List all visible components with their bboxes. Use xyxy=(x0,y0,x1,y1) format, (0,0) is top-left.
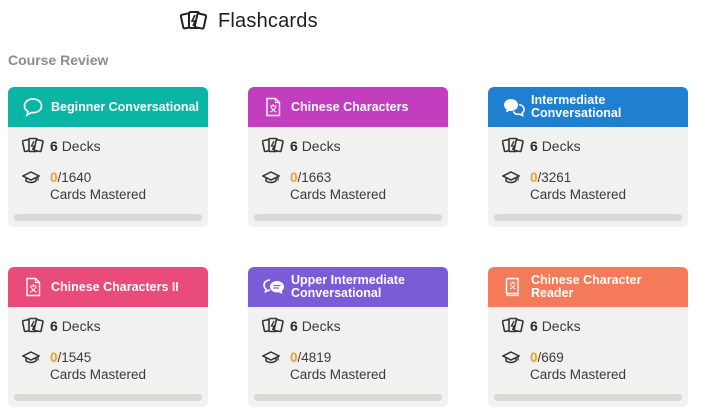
mastered-label: Cards Mastered xyxy=(50,187,147,202)
mastered-count: 0/1640 xyxy=(50,170,92,185)
decks-count: 6 Decks xyxy=(530,138,581,154)
card-header[interactable]: Intermediate Conversational xyxy=(488,87,688,127)
page-header: Flashcards xyxy=(179,8,318,34)
mastered-label: Cards Mastered xyxy=(50,367,147,382)
decks-count: 6 Decks xyxy=(50,318,101,334)
mastered-count: 0/1545 xyxy=(50,350,92,365)
course-name: Beginner Conversational xyxy=(51,99,199,114)
decks-row: 6 Decks xyxy=(261,317,341,335)
decks-row: 6 Decks xyxy=(261,137,341,155)
progress-bar xyxy=(14,214,202,221)
mastered-row: 0/3261 Cards Mastered xyxy=(501,169,627,203)
chat-bubbles-icon xyxy=(502,96,525,118)
graduation-cap-icon xyxy=(261,171,281,185)
speech-bubble-icon xyxy=(22,96,44,118)
course-card-beginner-conversational[interactable]: Beginner Conversational 6 Decks 0/1640 C… xyxy=(8,87,208,227)
mastered-row: 0/1545 Cards Mastered xyxy=(21,349,147,383)
flashcards-icon xyxy=(179,10,208,32)
mastered-count: 0/669 xyxy=(530,350,564,365)
decks-row: 6 Decks xyxy=(501,137,581,155)
chat-lines-icon xyxy=(262,276,284,298)
mastered-count: 0/4819 xyxy=(290,350,332,365)
decks-count: 6 Decks xyxy=(290,318,341,334)
course-card-chinese-character-reader[interactable]: Chinese Character Reader 6 Decks 0/669 C… xyxy=(488,267,688,407)
card-header[interactable]: Chinese Character Reader xyxy=(488,267,688,307)
flashcards-icon xyxy=(501,137,524,155)
flashcards-icon xyxy=(261,317,284,335)
course-card-intermediate-conversational[interactable]: Intermediate Conversational 6 Decks 0/32… xyxy=(488,87,688,227)
course-card-chinese-characters[interactable]: Chinese Characters 6 Decks 0/1663 Cards … xyxy=(248,87,448,227)
graduation-cap-icon xyxy=(21,171,41,185)
graduation-cap-icon xyxy=(21,351,41,365)
course-name: Intermediate Conversational xyxy=(531,93,622,120)
decks-row: 6 Decks xyxy=(501,317,581,335)
course-card-upper-intermediate-conversational[interactable]: Upper Intermediate Conversational 6 Deck… xyxy=(248,267,448,407)
mastered-count: 0/1663 xyxy=(290,170,332,185)
card-header[interactable]: Chinese Characters xyxy=(248,87,448,127)
graduation-cap-icon xyxy=(261,351,281,365)
mastered-label: Cards Mastered xyxy=(530,187,627,202)
flashcards-icon xyxy=(261,137,284,155)
decks-count: 6 Decks xyxy=(290,138,341,154)
flashcards-icon xyxy=(21,137,44,155)
course-card-chinese-characters-ii[interactable]: Chinese Characters II 6 Decks 0/1545 Car… xyxy=(8,267,208,407)
card-header[interactable]: Upper Intermediate Conversational xyxy=(248,267,448,307)
decks-count: 6 Decks xyxy=(50,138,101,154)
progress-bar xyxy=(494,214,682,221)
mastered-label: Cards Mastered xyxy=(290,367,387,382)
progress-bar xyxy=(494,394,682,401)
course-name: Chinese Character Reader xyxy=(531,273,642,300)
reader-book-icon xyxy=(502,276,524,298)
character-doc-icon xyxy=(22,276,44,298)
course-name: Chinese Characters xyxy=(291,99,409,114)
course-name: Chinese Characters II xyxy=(51,279,179,294)
mastered-label: Cards Mastered xyxy=(530,367,627,382)
mastered-row: 0/1640 Cards Mastered xyxy=(21,169,147,203)
decks-row: 6 Decks xyxy=(21,317,101,335)
page-title: Flashcards xyxy=(218,9,318,32)
progress-bar xyxy=(254,214,442,221)
section-label: Course Review xyxy=(8,52,109,68)
character-doc-icon xyxy=(262,96,284,118)
progress-bar xyxy=(254,394,442,401)
mastered-row: 0/4819 Cards Mastered xyxy=(261,349,387,383)
decks-row: 6 Decks xyxy=(21,137,101,155)
graduation-cap-icon xyxy=(501,351,521,365)
course-name: Upper Intermediate Conversational xyxy=(291,273,405,300)
flashcards-icon xyxy=(21,317,44,335)
card-header[interactable]: Beginner Conversational xyxy=(8,87,208,127)
flashcards-icon xyxy=(501,317,524,335)
graduation-cap-icon xyxy=(501,171,521,185)
mastered-row: 0/1663 Cards Mastered xyxy=(261,169,387,203)
card-header[interactable]: Chinese Characters II xyxy=(8,267,208,307)
progress-bar xyxy=(14,394,202,401)
decks-count: 6 Decks xyxy=(530,318,581,334)
mastered-row: 0/669 Cards Mastered xyxy=(501,349,627,383)
mastered-count: 0/3261 xyxy=(530,170,572,185)
mastered-label: Cards Mastered xyxy=(290,187,387,202)
